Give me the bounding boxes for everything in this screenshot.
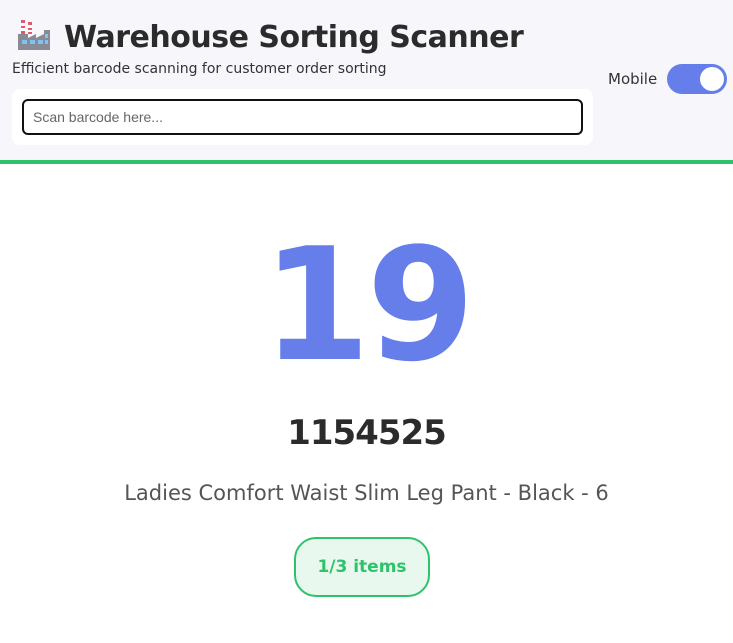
app-subtitle: Efficient barcode scanning for customer … bbox=[12, 61, 387, 77]
app-title: Warehouse Sorting Scanner bbox=[64, 19, 524, 55]
scan-panel bbox=[12, 89, 593, 145]
factory-icon bbox=[16, 18, 64, 56]
items-progress-badge: 1/3 items bbox=[294, 537, 430, 597]
items-progress-label: 1/3 items bbox=[317, 557, 407, 577]
toggle-knob bbox=[700, 67, 725, 91]
title-row: Warehouse Sorting Scanner bbox=[16, 18, 524, 56]
mobile-toggle-switch[interactable] bbox=[667, 64, 728, 94]
bin-number: 19 bbox=[261, 214, 475, 396]
mobile-toggle-label: Mobile bbox=[608, 70, 658, 88]
mobile-toggle: Mobile bbox=[608, 64, 728, 94]
product-name: Ladies Comfort Waist Slim Leg Pant - Bla… bbox=[124, 481, 609, 505]
order-number: 1154525 bbox=[287, 413, 447, 453]
barcode-scan-input[interactable] bbox=[22, 99, 583, 135]
app-header: Warehouse Sorting Scanner Efficient barc… bbox=[0, 0, 733, 164]
